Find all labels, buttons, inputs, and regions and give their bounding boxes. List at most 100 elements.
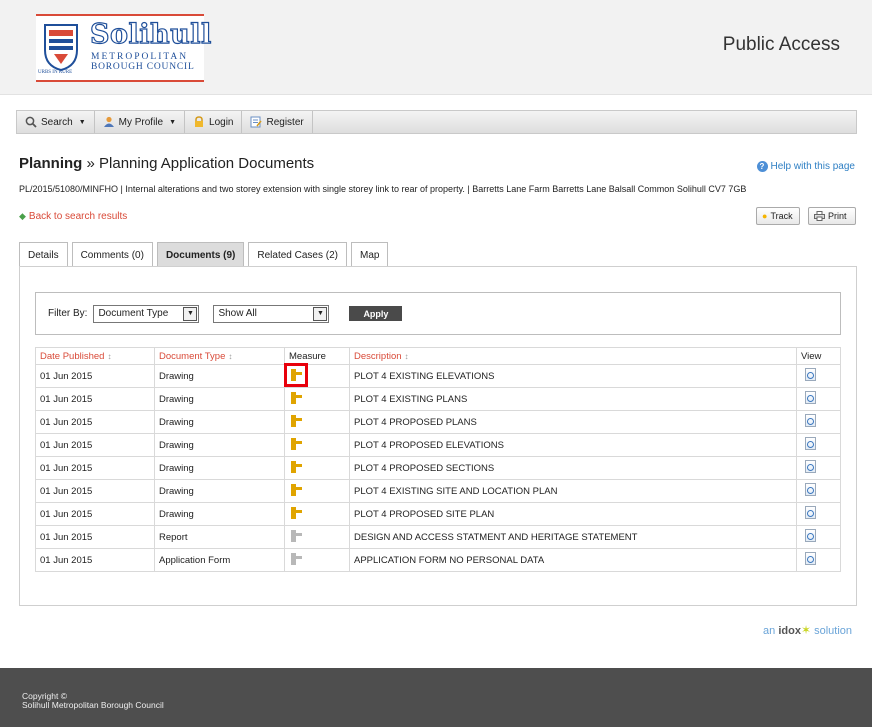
chevron-down-icon: ▼ [169,118,177,126]
login-button[interactable]: Login [185,111,243,133]
logo-line-2: BOROUGH COUNCIL [91,62,195,72]
login-label: Login [209,116,234,128]
back-label: Back to search results [28,211,128,222]
filter-bar: Filter By: Document Type ▼ Show All ▼ Ap… [35,292,841,335]
logo-name: Solihull [89,18,212,50]
view-document-icon[interactable] [805,437,816,450]
cell-date: 01 Jun 2015 [35,502,155,526]
table-row: 01 Jun 2015 Drawing PLOT 4 PROPOSED PLANS [35,410,841,434]
help-label: Help with this page [770,161,856,172]
breadcrumb-section: Planning [19,155,83,172]
cell-description: PLOT 4 PROPOSED ELEVATIONS [349,433,797,457]
table-row: 01 Jun 2015 Report DESIGN AND ACCESS STATM… [35,525,841,549]
tab-comments[interactable]: Comments (0) [71,242,153,267]
view-document-icon[interactable] [805,483,816,496]
tab-related-cases[interactable]: Related Cases (2) [248,242,347,267]
view-document-icon[interactable] [805,414,816,427]
view-document-icon[interactable] [805,368,816,381]
application-description: PL/2015/51080/MINFHO | Internal alterati… [19,184,747,194]
breadcrumb-separator: » [86,155,95,172]
measure-icon[interactable] [289,483,303,497]
cell-document-type: Drawing [154,410,285,434]
help-link[interactable]: ? Help with this page [756,161,856,172]
cell-measure [284,479,350,503]
idox-branding[interactable]: an idox✶ solution [763,623,852,637]
cell-date: 01 Jun 2015 [35,387,155,411]
register-button[interactable]: Register [242,111,313,133]
cell-description: DESIGN AND ACCESS STATMENT AND HERITAGE … [349,525,797,549]
tab-details[interactable]: Details [19,242,68,267]
back-arrow-icon: ◆ [19,211,26,221]
column-document-type[interactable]: Document Type ↕ [154,347,285,365]
search-icon [25,116,37,128]
sort-icon: ↕ [404,351,409,361]
cell-description: PLOT 4 PROPOSED PLANS [349,410,797,434]
view-document-icon[interactable] [805,552,816,565]
cell-measure [284,387,350,411]
my-profile-menu[interactable]: My Profile ▼ [95,111,186,133]
show-all-select[interactable]: Show All ▼ [213,304,330,323]
cell-date: 01 Jun 2015 [35,479,155,503]
column-type-label: Document Type [159,350,226,362]
cell-view [796,456,841,480]
tab-documents[interactable]: Documents (9) [156,242,245,267]
measure-icon[interactable] [289,414,303,428]
document-type-select[interactable]: Document Type ▼ [93,304,200,323]
cell-view [796,364,841,388]
chevron-down-icon: ▼ [313,306,328,321]
cell-description: PLOT 4 PROPOSED SECTIONS [349,456,797,480]
brand-name: idox [778,625,801,637]
filter-label: Filter By: [48,308,88,319]
table-row: 01 Jun 2015 Drawing PLOT 4 PROPOSED ELEVAT… [35,433,841,457]
measure-icon[interactable] [289,552,303,566]
measure-icon[interactable] [284,362,308,387]
documents-table: Date Published ↕ Document Type ↕ Measure D… [35,347,841,572]
breadcrumb-page: Planning Application Documents [99,155,315,172]
cell-document-type: Report [154,525,285,549]
measure-icon[interactable] [289,437,303,451]
cell-document-type: Drawing [154,456,285,480]
cell-view [796,525,841,549]
site-footer: Copyright © Solihull Metropolitan Boroug… [0,668,872,727]
printer-icon [814,211,825,221]
tab-map[interactable]: Map [350,242,389,267]
cell-measure [284,362,350,388]
measure-icon[interactable] [289,460,303,474]
copyright: Copyright © Solihull Metropolitan Boroug… [22,692,164,710]
column-description[interactable]: Description ↕ [349,347,797,365]
measure-icon[interactable] [289,506,303,520]
council-logo[interactable]: Solihull METROPOLITAN BOROUGH COUNCIL UR… [36,14,212,82]
site-header: Solihull METROPOLITAN BOROUGH COUNCIL UR… [0,0,872,95]
user-icon [103,116,114,127]
logo-motto: URBS IN RURE [38,70,73,75]
cell-date: 01 Jun 2015 [35,548,155,572]
column-date-label: Date Published [40,350,105,362]
column-date-published[interactable]: Date Published ↕ [35,347,155,365]
star-icon: ● [762,211,768,221]
register-icon [250,116,263,128]
cell-view [796,410,841,434]
measure-icon[interactable] [289,529,303,543]
search-menu[interactable]: Search ▼ [17,111,95,133]
track-label: Track [770,211,793,221]
my-profile-label: My Profile [118,116,164,128]
cell-document-type: Application Form [154,548,285,572]
help-icon: ? [756,161,768,172]
cell-description: PLOT 4 EXISTING PLANS [349,387,797,411]
apply-button[interactable]: Apply [349,306,403,321]
tab-bar: Details Comments (0) Documents (9) Relat… [19,242,389,267]
cell-view [796,433,841,457]
measure-icon[interactable] [289,391,303,405]
back-to-results-link[interactable]: ◆ Back to search results [19,211,127,222]
cell-document-type: Drawing [154,364,285,388]
track-button[interactable]: ● Track [756,207,800,225]
chevron-down-icon: ▼ [78,118,86,126]
view-document-icon[interactable] [805,391,816,404]
cell-description: PLOT 4 PROPOSED SITE PLAN [349,502,797,526]
view-document-icon[interactable] [805,529,816,542]
view-document-icon[interactable] [805,460,816,473]
print-button[interactable]: Print [808,207,856,225]
crest-icon [44,24,78,72]
view-document-icon[interactable] [805,506,816,519]
spark-icon: ✶ [800,623,812,637]
